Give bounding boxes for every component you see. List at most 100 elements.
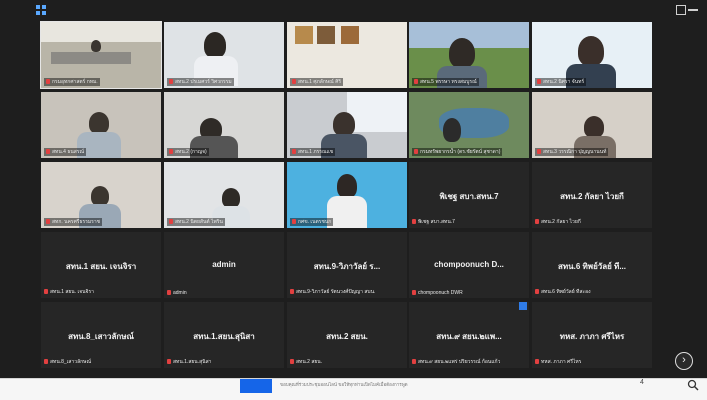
participant-label-text: กรมทรัพยากรน้ำ (ดร.ชัยรัตน์ สุชาดา) bbox=[420, 149, 501, 155]
mic-muted-icon bbox=[169, 219, 173, 224]
participant-label-text: สทน.3 วรรณิกา ปุญญนานนท์ bbox=[543, 149, 607, 155]
participant-tile[interactable]: กรมอุทกศาสตร์ กทม. bbox=[40, 21, 162, 89]
participant-label-text: สทน.1 สยน. เจนจิรา bbox=[50, 289, 94, 295]
participant-label-text: กศข. เนตรชนก bbox=[298, 219, 332, 225]
participant-label: สทน.5 พรรษา ทรงสมบูรณ์ bbox=[412, 78, 479, 86]
participant-label: กศข. เนตรชนก bbox=[290, 218, 334, 226]
participant-tile[interactable]: สทน.2 สยน. สทน.2 สยน. bbox=[287, 302, 407, 368]
participant-label: กรมอุทกศาสตร์ กทม. bbox=[44, 78, 100, 86]
participant-label: สทน.1 ภรรณแข bbox=[290, 148, 336, 156]
participant-name: สทน.2 สยน. bbox=[326, 332, 368, 341]
participant-tile[interactable]: สทน.๙ สยน.๒แพ... สทน.๙ สยน.๒แพร่ ปริยวรรณ… bbox=[409, 302, 529, 368]
participant-tile[interactable]: สทน.2 ปรเมศวร์ วิศวกรรม bbox=[164, 22, 284, 88]
participant-tile[interactable]: สทน.8_เสาวลักษณ์ สทน.8_เสาวลักษณ์ bbox=[41, 302, 161, 368]
participant-label-text: สทน.1.สยน.สุนิสา bbox=[173, 359, 212, 365]
participant-tile[interactable]: สทน.1 สยน. เจนจิรา สทน.1 สยน. เจนจิรา bbox=[41, 232, 161, 298]
participant-label-text: พิเชฐ สบา.สทน.7 bbox=[418, 219, 455, 225]
mic-muted-icon bbox=[290, 359, 294, 364]
mic-muted-icon bbox=[44, 289, 48, 294]
mic-muted-icon bbox=[535, 359, 539, 364]
participant-label-text: สทน.2 (กาญจ) bbox=[175, 149, 207, 155]
participant-name: สทน.9-วิภาวัลย์ ร... bbox=[313, 262, 381, 271]
mic-muted-icon bbox=[169, 149, 173, 154]
participant-tile[interactable]: สทน.2 นิศรา จันทร์ bbox=[532, 22, 652, 88]
participant-tile[interactable]: สทน.6 ทิพย์วัลย์ ที... สทน.6 ทิพย์วัลย์ ท… bbox=[532, 232, 652, 298]
participant-label-text: สทน.๙ สยน.๒แพร่ ปริยวรรณ์ ก้อนแก้ว bbox=[418, 359, 501, 365]
mic-muted-icon bbox=[414, 149, 418, 154]
mic-muted-icon bbox=[167, 359, 171, 364]
participant-tile[interactable]: chompoonuch D... chompoonuch DWR bbox=[409, 232, 529, 298]
participant-label: สทน.6 ทิพย์วัลย์ ทีสะอง bbox=[535, 288, 591, 296]
participant-name: สทน.6 ทิพย์วัลย์ ที... bbox=[558, 262, 626, 271]
participant-label: สทน.๙ สยน.๒แพร่ ปริยวรรณ์ ก้อนแก้ว bbox=[412, 358, 500, 366]
participant-label-text: chompoonuch DWR bbox=[418, 290, 463, 296]
participant-tile[interactable]: สทน.1 ภรรณแข bbox=[287, 92, 407, 158]
page-number: 4 bbox=[640, 379, 644, 386]
participant-tile[interactable]: admin admin bbox=[164, 232, 284, 298]
participant-tile[interactable]: พิเชฐ สบา.สทน.7 พิเชฐ สบา.สทน.7 bbox=[409, 162, 529, 228]
mic-muted-icon bbox=[46, 149, 50, 154]
mic-muted-icon bbox=[537, 149, 541, 154]
participant-label: สทน.2 นิตยสันต์ ไพริน bbox=[167, 218, 225, 226]
mic-muted-icon bbox=[535, 219, 539, 224]
participant-name: พิเชฐ สบา.สทน.7 bbox=[439, 192, 499, 201]
search-icon[interactable] bbox=[687, 379, 699, 391]
mic-muted-icon bbox=[169, 79, 173, 84]
participant-label-text: สทน.2 นิศรา จันทร์ bbox=[543, 79, 585, 85]
participant-tile[interactable]: กศข. เนตรชนก bbox=[287, 162, 407, 228]
participant-label-text: สทน.2 กัลยา ไวยกี bbox=[541, 219, 581, 225]
participant-tile[interactable]: สทน.2 กัลยา ไวยกี สทน.2 กัลยา ไวยกี bbox=[532, 162, 652, 228]
participant-tile[interactable]: สทน.9-วิภาวัลย์ ร... สทน.9-วิภาวัลย์ รัตน… bbox=[287, 232, 407, 298]
participant-label: สทน.2 ปรเมศวร์ วิศวกรรม bbox=[167, 78, 234, 86]
participant-tile[interactable]: สทก. นครศรีธรรมราช bbox=[41, 162, 161, 228]
participant-tile[interactable]: สทน.1.สยน.สุนิสา สทน.1.สยน.สุนิสา bbox=[164, 302, 284, 368]
participant-tile[interactable]: กรมทรัพยากรน้ำ (ดร.ชัยรัตน์ สุชาดา) bbox=[409, 92, 529, 158]
taskbar-note: ขอบคุณที่ร่วมประชุมออนไลน์ ขอให้ทุกท่านเ… bbox=[280, 382, 408, 387]
minimize-icon[interactable] bbox=[688, 9, 698, 11]
participant-name: chompoonuch D... bbox=[434, 260, 504, 269]
participant-label: สทน.9-วิภาวัลย์ รัตนวงศ์ปัญญา สบน. bbox=[290, 288, 375, 296]
participant-tile[interactable]: สทน.3 วรรณิกา ปุญญนานนท์ bbox=[532, 92, 652, 158]
participant-label-text: กรมอุทกศาสตร์ กทม. bbox=[52, 79, 98, 85]
participant-label-text: สทน.1 ภรรณแข bbox=[298, 149, 334, 155]
video-meeting-window: กรมอุทกศาสตร์ กทม. สทน.2 ปรเมศวร์ วิศวกรร… bbox=[0, 0, 707, 378]
taskbar-app-button[interactable] bbox=[240, 379, 272, 393]
grid-view-icon[interactable] bbox=[36, 5, 46, 15]
participant-tile[interactable]: สทน.2 นิตยสันต์ ไพริน bbox=[164, 162, 284, 228]
participant-label: พิเชฐ สบา.สทน.7 bbox=[412, 218, 455, 226]
participant-label-text: สทน.2 นิตยสันต์ ไพริน bbox=[175, 219, 223, 225]
mic-muted-icon bbox=[46, 79, 50, 84]
participant-label: สทน.8_เสาวลักษณ์ bbox=[44, 358, 91, 366]
mic-muted-icon bbox=[535, 289, 539, 294]
participant-tile[interactable]: ทหส. ภาภา ศรีไหร ทหส. ภาภา ศรีไหร bbox=[532, 302, 652, 368]
mic-muted-icon bbox=[44, 359, 48, 364]
participant-tile[interactable]: สทน.4 ธนสรณ์ bbox=[41, 92, 161, 158]
raised-hand-icon bbox=[519, 302, 527, 310]
participant-label-text: สทน.1 ศุภลักษณ์ ศิริ bbox=[298, 79, 342, 85]
participant-label: admin bbox=[167, 290, 187, 296]
chevron-right-icon[interactable]: › bbox=[675, 352, 693, 370]
participant-tile[interactable]: สทน.2 (กาญจ) bbox=[164, 92, 284, 158]
participant-label: สทน.2 กัลยา ไวยกี bbox=[535, 218, 581, 226]
mic-muted-icon bbox=[292, 149, 296, 154]
participant-label: สทน.1.สยน.สุนิสา bbox=[167, 358, 211, 366]
participant-label: สทน.4 ธนสรณ์ bbox=[44, 148, 87, 156]
mic-muted-icon bbox=[290, 289, 294, 294]
square-icon[interactable] bbox=[676, 5, 686, 15]
participant-label: สทน.3 วรรณิกา ปุญญนานนท์ bbox=[535, 148, 609, 156]
participant-label-text: สทน.5 พรรษา ทรงสมบูรณ์ bbox=[420, 79, 477, 85]
participant-name: admin bbox=[212, 260, 236, 269]
mic-muted-icon bbox=[412, 219, 416, 224]
mic-muted-icon bbox=[412, 290, 416, 295]
meeting-toolbar bbox=[0, 0, 700, 20]
participant-name: สทน.๙ สยน.๒แพ... bbox=[436, 332, 502, 341]
participant-tile[interactable]: สทน.5 พรรษา ทรงสมบูรณ์ bbox=[409, 22, 529, 88]
participant-label: กรมทรัพยากรน้ำ (ดร.ชัยรัตน์ สุชาดา) bbox=[412, 148, 503, 156]
participant-name: สทน.1 สยน. เจนจิรา bbox=[65, 262, 137, 271]
mic-muted-icon bbox=[412, 359, 416, 364]
participant-name: ทหส. ภาภา ศรีไหร bbox=[559, 332, 625, 341]
participant-label-text: สทน.9-วิภาวัลย์ รัตนวงศ์ปัญญา สบน. bbox=[296, 289, 376, 295]
participant-label-text: สทน.6 ทิพย์วัลย์ ทีสะอง bbox=[541, 289, 591, 295]
participant-tile[interactable]: สทน.1 ศุภลักษณ์ ศิริ bbox=[287, 22, 407, 88]
participant-label: สทน.1 ศุภลักษณ์ ศิริ bbox=[290, 78, 344, 86]
